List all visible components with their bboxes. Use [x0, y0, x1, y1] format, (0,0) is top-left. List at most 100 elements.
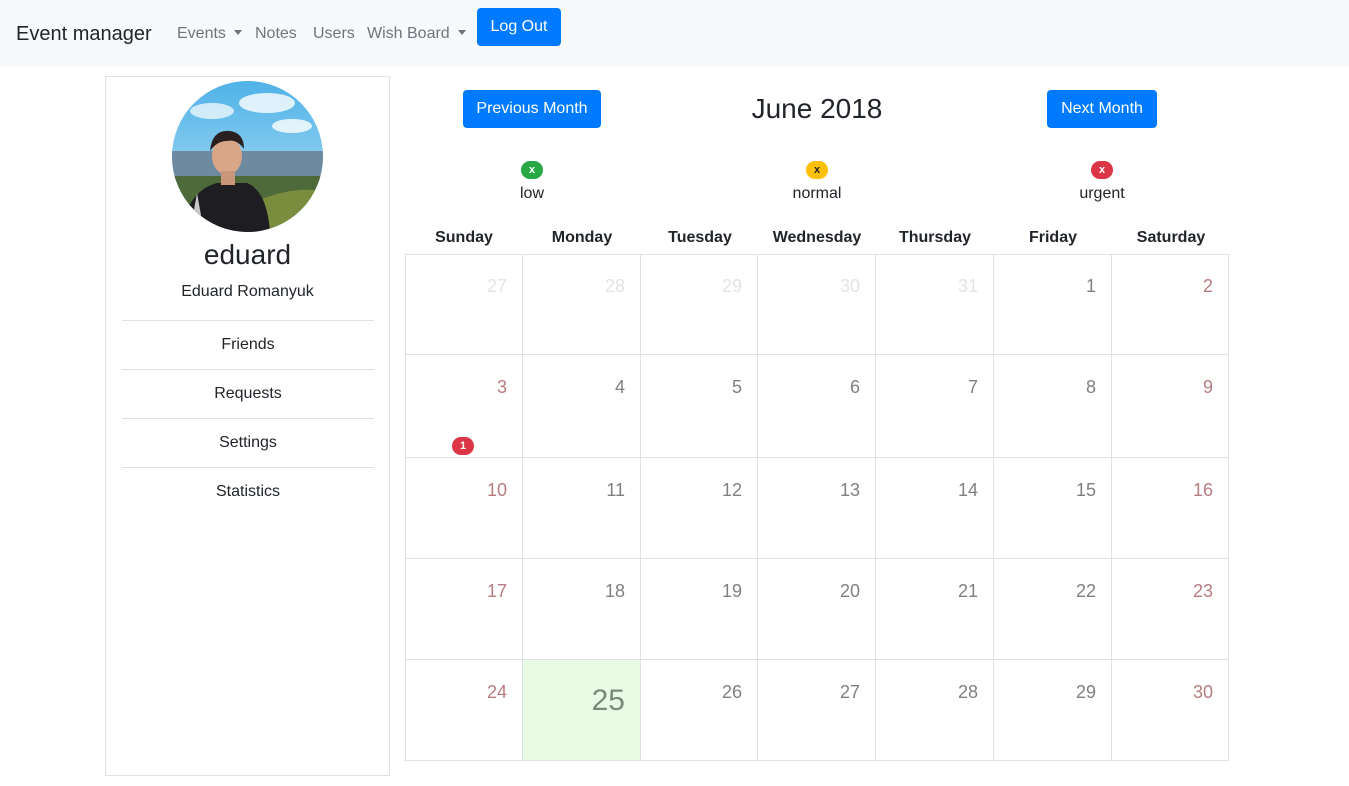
day-number: 30 — [839, 276, 860, 296]
avatar-photo — [172, 81, 323, 232]
sidebar-item-statistics[interactable]: Statistics — [122, 482, 374, 502]
day-number: 31 — [957, 276, 978, 296]
menu-divider — [122, 467, 374, 468]
brand-title[interactable]: Event manager — [16, 22, 152, 46]
calendar-day-cell[interactable]: 7 — [876, 355, 994, 458]
day-number: 28 — [604, 276, 625, 296]
calendar-day-cell[interactable]: 28 — [876, 660, 994, 761]
day-number: 20 — [839, 581, 860, 601]
day-number: 29 — [721, 276, 742, 296]
calendar-day-cell[interactable]: 26 — [641, 660, 758, 761]
calendar-day-cell[interactable]: 31 — [876, 254, 994, 355]
calendar-day-cell[interactable]: 29 — [641, 254, 758, 355]
priority-normal-label: normal — [792, 185, 842, 202]
calendar-day-cell[interactable]: 28 — [523, 254, 641, 355]
previous-month-button[interactable]: Previous Month — [463, 90, 601, 128]
calendar-day-cell[interactable]: 13 — [758, 458, 876, 559]
day-number: 23 — [1192, 581, 1213, 601]
nav-notes[interactable]: Notes — [255, 24, 297, 44]
calendar-day-cell[interactable]: 14 — [876, 458, 994, 559]
calendar-day-cell[interactable]: 16 — [1112, 458, 1229, 559]
calendar-day-cell[interactable]: 17 — [405, 559, 523, 660]
nav-events-dropdown[interactable]: Events — [177, 24, 242, 44]
avatar — [172, 81, 323, 232]
sidebar-item-requests[interactable]: Requests — [122, 384, 374, 404]
calendar-grid: 27 28 29 30 31 1 2 3 1 4 5 6 7 8 9 10 11 12 13 14 15 16 17 18 19… — [405, 254, 1230, 762]
day-number: 1 — [1085, 276, 1096, 296]
day-number: 14 — [957, 480, 978, 500]
calendar-day-cell[interactable]: 30 — [1112, 660, 1229, 761]
month-title: June 2018 — [751, 93, 883, 124]
day-number: 12 — [721, 480, 742, 500]
profile-username: eduard — [203, 239, 292, 270]
calendar-day-cell[interactable]: 6 — [758, 355, 876, 458]
priority-urgent-badge: x — [1091, 161, 1113, 179]
caret-down-icon — [457, 30, 466, 35]
calendar-day-cell[interactable]: 1 — [994, 254, 1112, 355]
calendar-day-cell[interactable]: 2 — [1112, 254, 1229, 355]
next-month-button[interactable]: Next Month — [1047, 90, 1157, 128]
calendar-day-cell-today[interactable]: 25 — [523, 660, 641, 761]
day-number: 29 — [1075, 682, 1096, 702]
sidebar-item-settings[interactable]: Settings — [122, 433, 374, 453]
calendar-day-cell[interactable]: 30 — [758, 254, 876, 355]
calendar-day-cell[interactable]: 29 — [994, 660, 1112, 761]
calendar-day-cell[interactable]: 9 — [1112, 355, 1229, 458]
day-number: 2 — [1202, 276, 1213, 296]
day-number: 11 — [606, 480, 625, 500]
day-number: 4 — [614, 377, 625, 397]
calendar-day-cell[interactable]: 8 — [994, 355, 1112, 458]
logout-button[interactable]: Log Out — [477, 8, 561, 46]
weekday-thursday: Thursday — [898, 229, 971, 246]
profile-sidebar: eduard Eduard Romanyuk Friends Requests … — [105, 76, 390, 776]
day-number: 8 — [1085, 377, 1096, 397]
calendar-day-cell[interactable]: 19 — [641, 559, 758, 660]
nav-users[interactable]: Users — [313, 24, 355, 44]
calendar-day-cell[interactable]: 21 — [876, 559, 994, 660]
day-number: 28 — [957, 682, 978, 702]
day-number: 9 — [1202, 377, 1213, 397]
day-number: 3 — [496, 377, 507, 397]
profile-fullname: Eduard Romanyuk — [181, 283, 314, 300]
day-number: 16 — [1192, 480, 1213, 500]
day-number: 18 — [604, 581, 625, 601]
calendar-day-cell[interactable]: 23 — [1112, 559, 1229, 660]
menu-divider — [122, 320, 374, 321]
event-count-badge[interactable]: 1 — [452, 437, 474, 455]
calendar-day-cell[interactable]: 24 — [405, 660, 523, 761]
calendar-day-cell[interactable]: 15 — [994, 458, 1112, 559]
calendar-day-cell[interactable]: 18 — [523, 559, 641, 660]
nav-events-label: Events — [177, 25, 226, 42]
calendar-day-cell[interactable]: 5 — [641, 355, 758, 458]
day-number: 6 — [849, 377, 860, 397]
calendar-day-cell[interactable]: 10 — [405, 458, 523, 559]
weekday-saturday: Saturday — [1136, 229, 1206, 246]
calendar-day-cell[interactable]: 11 — [523, 458, 641, 559]
priority-low-label: low — [519, 185, 544, 202]
caret-down-icon — [233, 30, 242, 35]
weekday-wednesday: Wednesday — [772, 229, 862, 246]
menu-divider — [122, 418, 374, 419]
day-number: 15 — [1075, 480, 1096, 500]
day-number: 21 — [957, 581, 978, 601]
menu-divider — [122, 369, 374, 370]
calendar-day-cell[interactable]: 27 — [758, 660, 876, 761]
priority-low-badge: x — [521, 161, 543, 179]
calendar-day-cell[interactable]: 27 — [405, 254, 523, 355]
calendar-day-cell[interactable]: 4 — [523, 355, 641, 458]
weekday-tuesday: Tuesday — [668, 229, 732, 246]
nav-wishboard-label: Wish Board — [367, 25, 450, 42]
calendar-day-cell[interactable]: 12 — [641, 458, 758, 559]
day-number: 25 — [591, 684, 625, 717]
weekday-monday: Monday — [551, 229, 613, 246]
sidebar-item-friends[interactable]: Friends — [122, 335, 374, 355]
calendar-day-cell[interactable]: 22 — [994, 559, 1112, 660]
calendar-day-cell[interactable]: 31 — [405, 355, 523, 458]
day-number: 13 — [839, 480, 860, 500]
calendar-day-cell[interactable]: 20 — [758, 559, 876, 660]
nav-wishboard-dropdown[interactable]: Wish Board — [367, 24, 466, 44]
day-number: 10 — [486, 480, 507, 500]
day-number: 24 — [486, 682, 507, 702]
day-number: 17 — [486, 581, 507, 601]
weekday-sunday: Sunday — [435, 229, 493, 246]
